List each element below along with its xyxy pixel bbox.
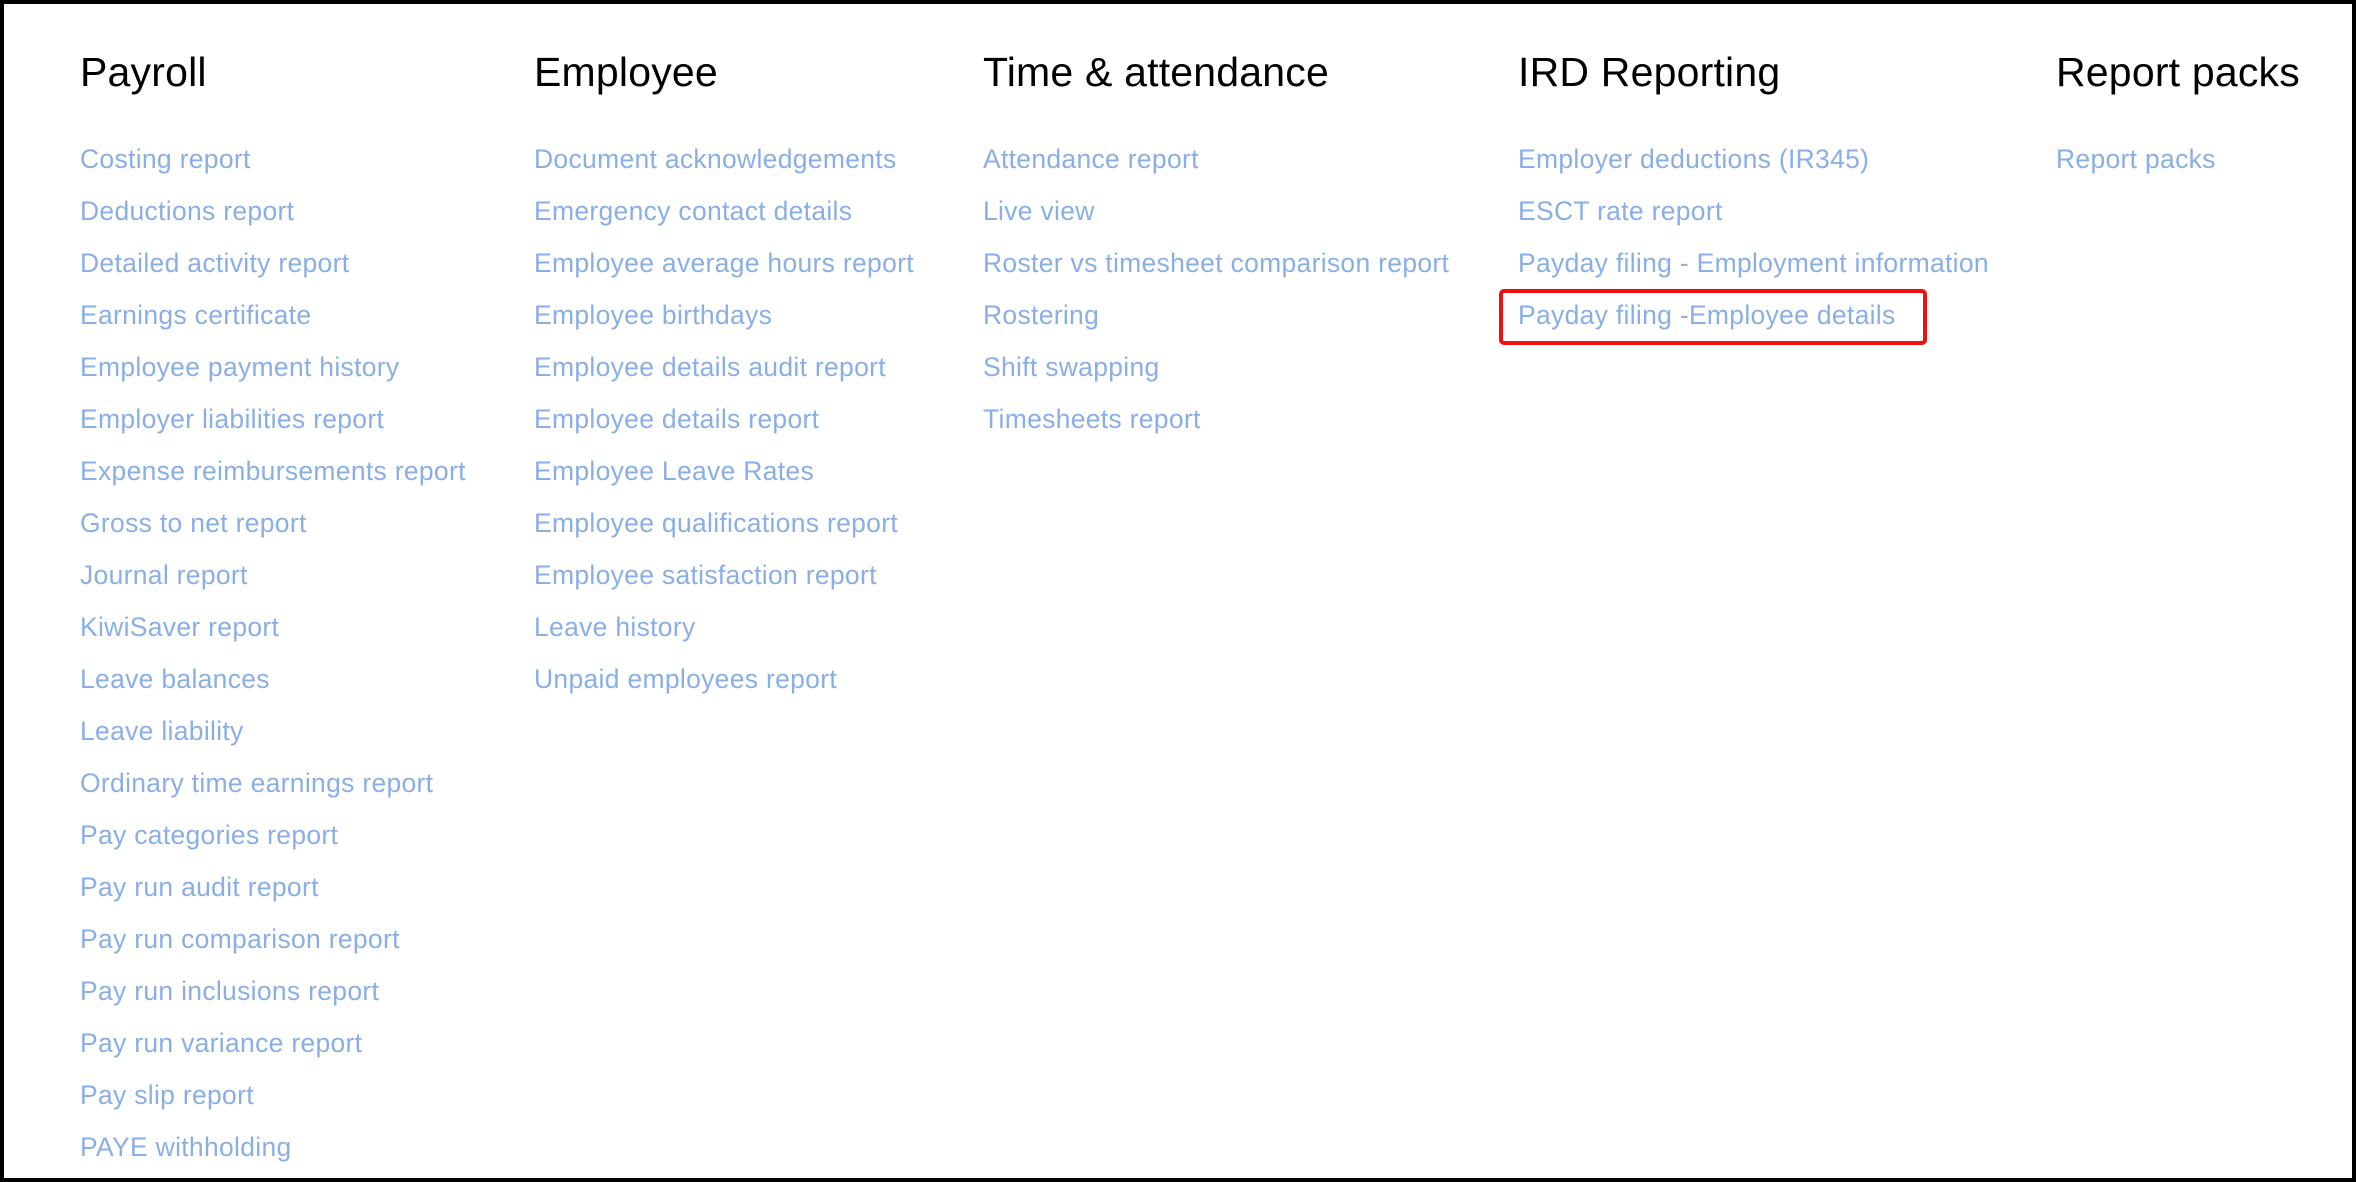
list-ird-reporting: Employer deductions (IR345) ESCT rate re…	[1518, 138, 1989, 346]
link-attendance-report[interactable]: Attendance report	[983, 138, 1449, 190]
list-employee: Document acknowledgements Emergency cont…	[534, 138, 914, 710]
link-employee-leave-rates[interactable]: Employee Leave Rates	[534, 450, 914, 502]
link-ordinary-time-earnings-report[interactable]: Ordinary time earnings report	[80, 762, 466, 814]
link-employee-qualifications-report[interactable]: Employee qualifications report	[534, 502, 914, 554]
heading-employee: Employee	[534, 49, 718, 95]
link-earnings-certificate[interactable]: Earnings certificate	[80, 294, 466, 346]
heading-payroll: Payroll	[80, 49, 207, 95]
link-kiwisaver-report[interactable]: KiwiSaver report	[80, 606, 466, 658]
link-employee-details-audit-report[interactable]: Employee details audit report	[534, 346, 914, 398]
link-employee-birthdays[interactable]: Employee birthdays	[534, 294, 914, 346]
link-pay-run-inclusions-report[interactable]: Pay run inclusions report	[80, 970, 466, 1022]
link-pay-slip-report[interactable]: Pay slip report	[80, 1074, 466, 1126]
list-payroll: Costing report Deductions report Detaile…	[80, 138, 466, 1178]
link-payday-filing-employee-details[interactable]: Payday filing -Employee details	[1518, 294, 1989, 346]
link-payday-filing-employment-information[interactable]: Payday filing - Employment information	[1518, 242, 1989, 294]
link-costing-report[interactable]: Costing report	[80, 138, 466, 190]
link-employer-deductions-ir345[interactable]: Employer deductions (IR345)	[1518, 138, 1989, 190]
link-leave-history[interactable]: Leave history	[534, 606, 914, 658]
link-shift-swapping[interactable]: Shift swapping	[983, 346, 1449, 398]
list-time-attendance: Attendance report Live view Roster vs ti…	[983, 138, 1449, 450]
link-gross-to-net-report[interactable]: Gross to net report	[80, 502, 466, 554]
link-journal-report[interactable]: Journal report	[80, 554, 466, 606]
link-paye-withholding[interactable]: PAYE withholding	[80, 1126, 466, 1178]
link-leave-balances[interactable]: Leave balances	[80, 658, 466, 710]
link-esct-rate-report[interactable]: ESCT rate report	[1518, 190, 1989, 242]
link-detailed-activity-report[interactable]: Detailed activity report	[80, 242, 466, 294]
list-report-packs: Report packs	[2056, 138, 2216, 190]
link-employee-payment-history[interactable]: Employee payment history	[80, 346, 466, 398]
link-pay-run-comparison-report[interactable]: Pay run comparison report	[80, 918, 466, 970]
link-employee-satisfaction-report[interactable]: Employee satisfaction report	[534, 554, 914, 606]
link-unpaid-employees-report[interactable]: Unpaid employees report	[534, 658, 914, 710]
heading-time-attendance: Time & attendance	[983, 49, 1330, 95]
link-rostering[interactable]: Rostering	[983, 294, 1449, 346]
link-employer-liabilities-report[interactable]: Employer liabilities report	[80, 398, 466, 450]
link-document-acknowledgements[interactable]: Document acknowledgements	[534, 138, 914, 190]
link-employee-details-report[interactable]: Employee details report	[534, 398, 914, 450]
link-deductions-report[interactable]: Deductions report	[80, 190, 466, 242]
link-pay-run-audit-report[interactable]: Pay run audit report	[80, 866, 466, 918]
link-emergency-contact-details[interactable]: Emergency contact details	[534, 190, 914, 242]
link-leave-liability[interactable]: Leave liability	[80, 710, 466, 762]
link-roster-vs-timesheet-comparison-report[interactable]: Roster vs timesheet comparison report	[983, 242, 1449, 294]
heading-report-packs: Report packs	[2056, 49, 2300, 95]
link-pay-run-variance-report[interactable]: Pay run variance report	[80, 1022, 466, 1074]
link-pay-categories-report[interactable]: Pay categories report	[80, 814, 466, 866]
link-live-view[interactable]: Live view	[983, 190, 1449, 242]
link-employee-average-hours-report[interactable]: Employee average hours report	[534, 242, 914, 294]
link-expense-reimbursements-report[interactable]: Expense reimbursements report	[80, 450, 466, 502]
link-timesheets-report[interactable]: Timesheets report	[983, 398, 1449, 450]
link-report-packs[interactable]: Report packs	[2056, 138, 2216, 190]
reports-page: Payroll Costing report Deductions report…	[0, 0, 2356, 1182]
heading-ird-reporting: IRD Reporting	[1518, 49, 1781, 95]
